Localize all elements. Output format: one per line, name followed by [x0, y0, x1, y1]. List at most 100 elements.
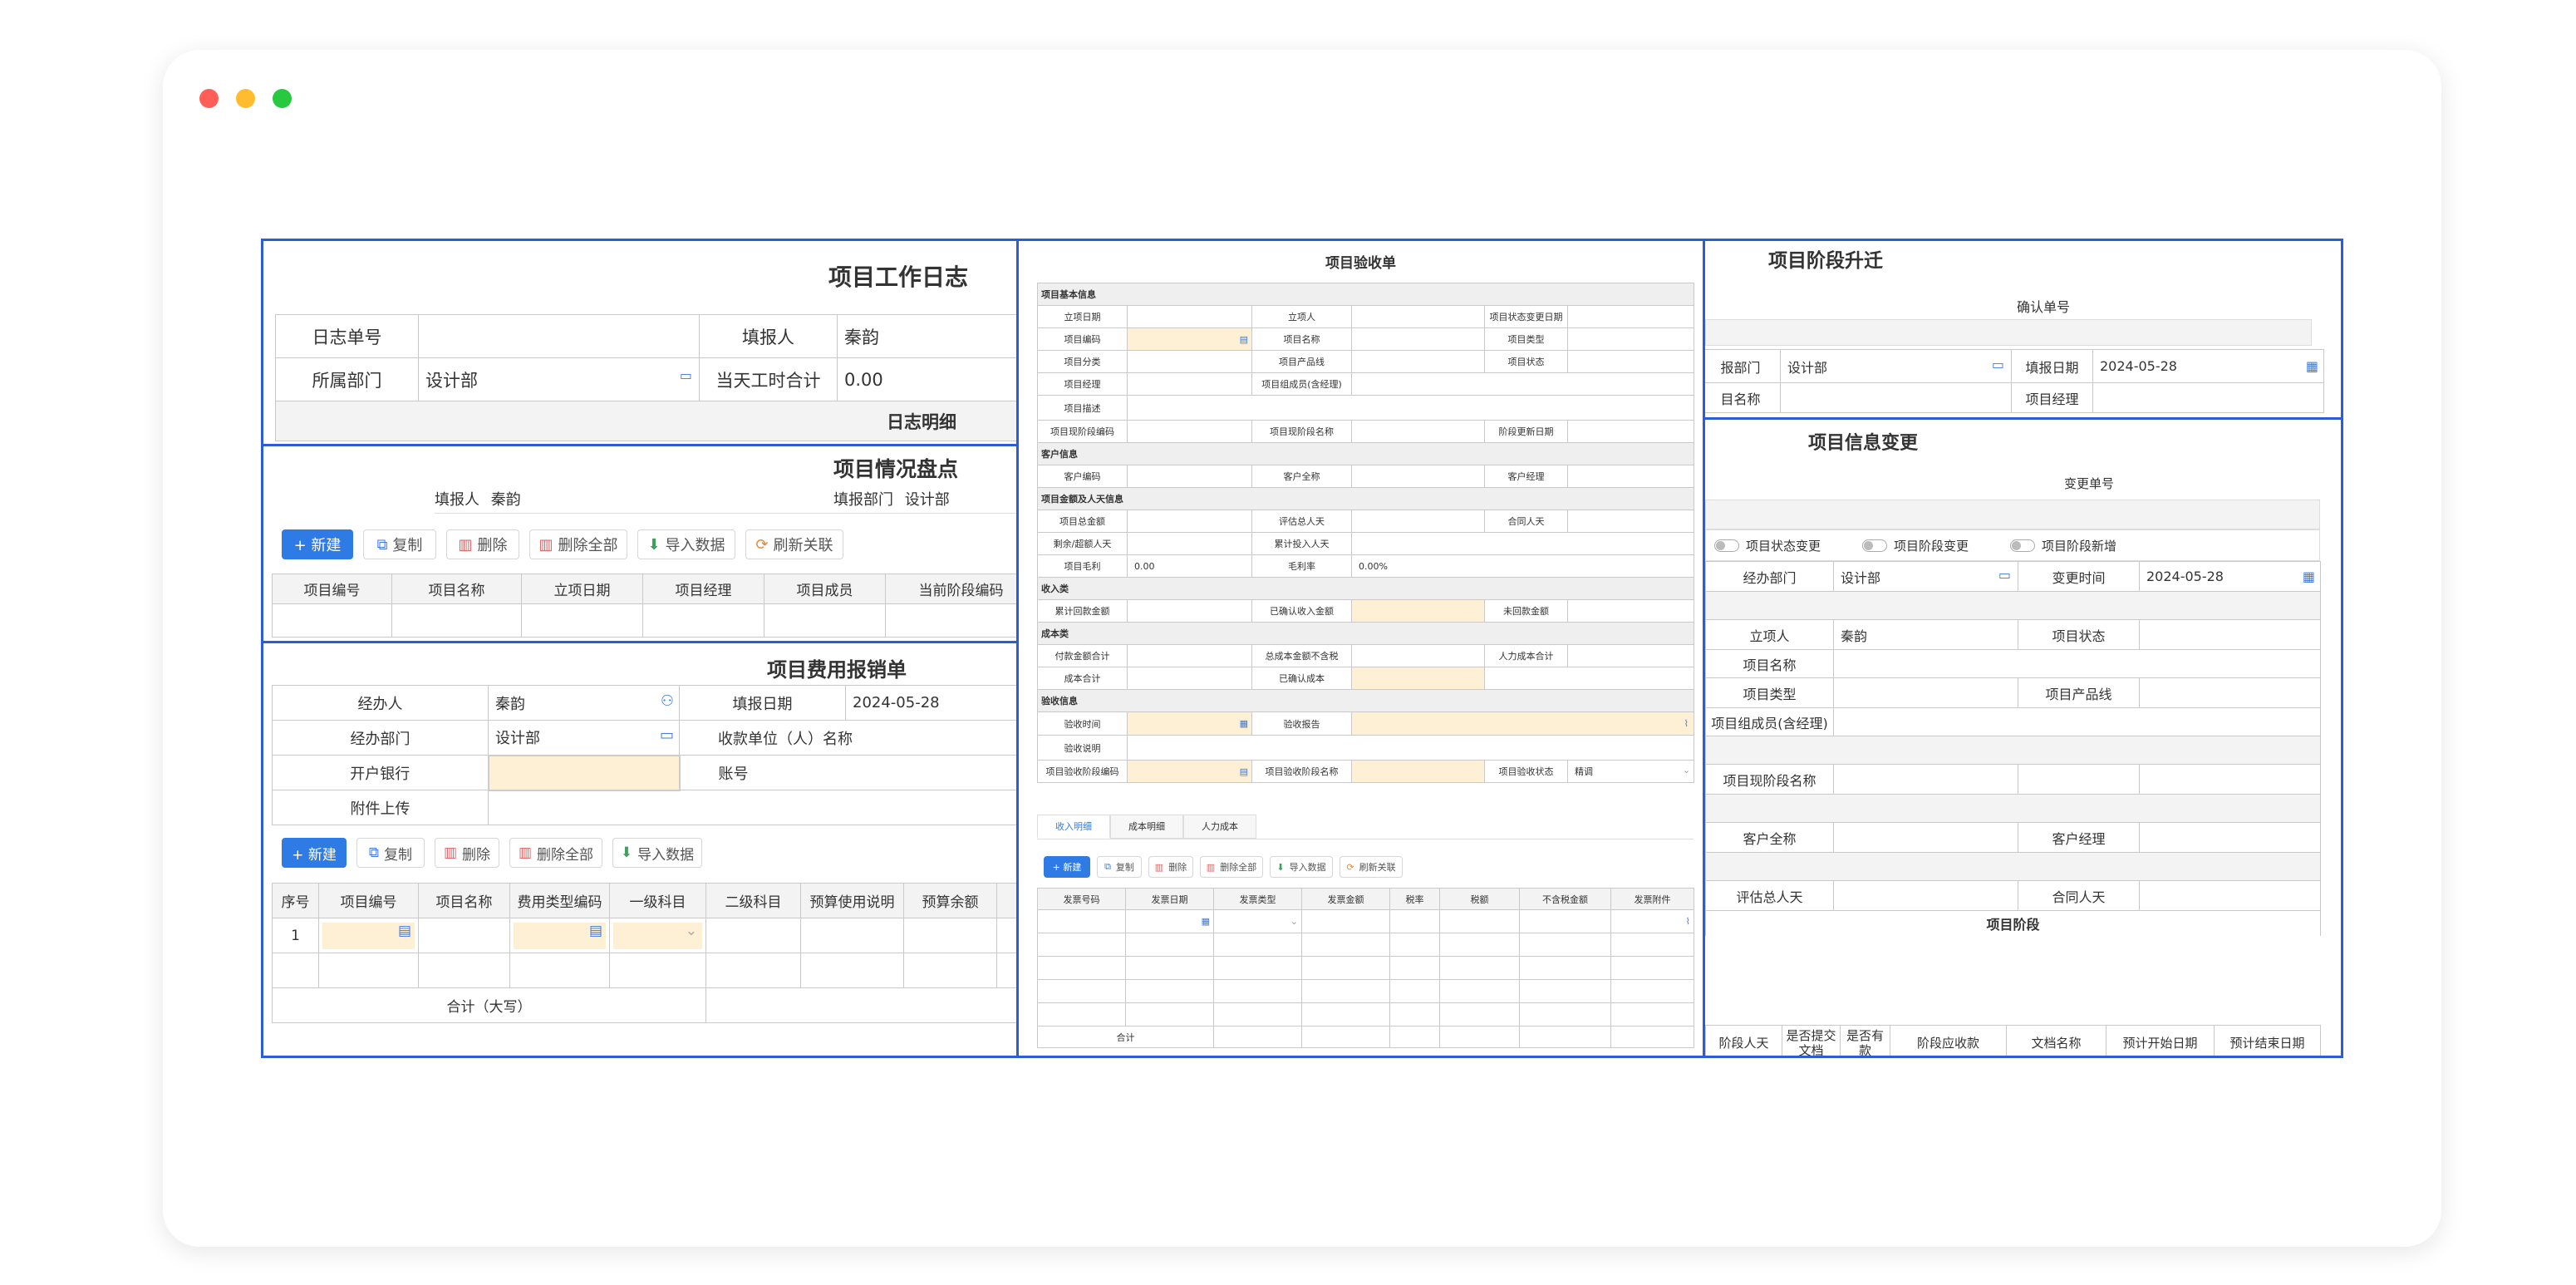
delete-button[interactable]: ▥ 删除: [446, 529, 519, 559]
field-input[interactable]: [1127, 350, 1252, 373]
delete-all-button[interactable]: ▥ 删除全部: [1200, 856, 1263, 878]
date-field[interactable]: 2024-05-28▦: [845, 685, 1016, 721]
table-row[interactable]: [272, 603, 1016, 638]
field-input[interactable]: [1566, 644, 1695, 667]
contract-days-field[interactable]: [2139, 880, 2321, 911]
status-change-toggle[interactable]: [1714, 539, 1739, 552]
field-input[interactable]: [1127, 667, 1252, 690]
stage-name-field[interactable]: [1833, 764, 2018, 795]
field-input[interactable]: [1127, 420, 1252, 443]
copy-button[interactable]: ⧉ 复制: [356, 838, 425, 868]
field-input[interactable]: [1351, 327, 1485, 351]
tab-income[interactable]: 收入明细: [1037, 815, 1110, 839]
accept-report-upload[interactable]: ⌇: [1350, 711, 1695, 736]
project-name-field[interactable]: [1780, 382, 2012, 413]
field-input[interactable]: [1351, 644, 1485, 667]
field-input[interactable]: [1351, 599, 1485, 623]
org-picker-icon[interactable]: ▭: [680, 367, 692, 383]
project-name-field[interactable]: [1833, 649, 2321, 678]
copy-button[interactable]: ⧉ 复制: [363, 529, 436, 559]
import-button[interactable]: ⬇ 导入数据: [1270, 856, 1333, 878]
field-input[interactable]: [1351, 510, 1485, 533]
refresh-link-button[interactable]: ⟳ 刷新关联: [1340, 856, 1403, 878]
table-row[interactable]: [1037, 1002, 1694, 1027]
field-input[interactable]: [1351, 465, 1485, 488]
dept-field[interactable]: 设计部 ▭: [418, 357, 700, 401]
members-field[interactable]: [1833, 707, 2321, 736]
confirm-no-field[interactable]: [1705, 319, 2312, 346]
project-code-input[interactable]: ▤: [1127, 327, 1252, 351]
tab-cost[interactable]: 成本明细: [1110, 815, 1183, 839]
calendar-icon[interactable]: ▦: [1202, 916, 1210, 927]
field-input[interactable]: [1566, 599, 1695, 623]
field-input[interactable]: [1127, 305, 1252, 328]
field-input[interactable]: [1127, 599, 1252, 623]
manager-field[interactable]: [2092, 382, 2324, 413]
field-input[interactable]: [1351, 350, 1485, 373]
handler-field[interactable]: 秦韵 ⚇: [488, 685, 680, 721]
dept-field[interactable]: 设计部 ▭: [1833, 561, 2018, 592]
date-field[interactable]: 2024-05-28▦: [2092, 349, 2324, 383]
import-button[interactable]: ⬇ 导入数据: [612, 838, 702, 868]
field-input[interactable]: [1566, 305, 1695, 328]
org-picker-icon[interactable]: ▭: [1992, 357, 2004, 372]
customer-manager-field[interactable]: [2139, 822, 2321, 853]
field-input[interactable]: [1351, 667, 1485, 690]
dept-field[interactable]: 设计部 ▭: [1780, 349, 2012, 383]
lookup-icon[interactable]: ▤: [1240, 766, 1248, 777]
project-type-field[interactable]: [1833, 677, 2018, 708]
delete-all-button[interactable]: ▥ 删除全部: [529, 529, 627, 559]
bank-input[interactable]: [487, 754, 681, 791]
delete-button[interactable]: ▥ 删除: [1148, 856, 1193, 878]
attach-upload-field[interactable]: [488, 790, 1016, 825]
new-button[interactable]: + 新建: [282, 529, 353, 559]
field-input[interactable]: [1350, 532, 1695, 555]
project-code-input[interactable]: ▤: [322, 922, 415, 949]
accept-status-select[interactable]: 精调 ⌄: [1566, 760, 1695, 783]
close-window-button[interactable]: [199, 89, 219, 108]
field-input[interactable]: [1566, 465, 1695, 488]
delete-button[interactable]: ▥ 删除: [435, 838, 499, 868]
table-row[interactable]: [272, 953, 1016, 988]
field-input[interactable]: [1566, 327, 1695, 351]
field-input[interactable]: [1566, 350, 1695, 373]
customer-field[interactable]: [1833, 822, 2018, 853]
field-input[interactable]: [1566, 420, 1695, 443]
field-input[interactable]: [1127, 510, 1252, 533]
org-picker-icon[interactable]: ▭: [1998, 567, 2011, 583]
fee-type-input[interactable]: ▤: [514, 922, 606, 949]
paperclip-icon[interactable]: ⌇: [1684, 718, 1689, 729]
lookup-icon[interactable]: ▤: [589, 923, 602, 939]
user-picker-icon[interactable]: ⚇: [661, 692, 674, 710]
stage-add-toggle[interactable]: [2010, 539, 2036, 552]
dept-field[interactable]: 设计部 ▭: [488, 720, 680, 756]
lookup-icon[interactable]: ▤: [1240, 334, 1248, 345]
field-input[interactable]: [1350, 372, 1695, 396]
refresh-link-button[interactable]: ⟳ 刷新关联: [745, 529, 843, 559]
calendar-icon[interactable]: ▦: [2303, 569, 2315, 584]
stage-change-toggle[interactable]: [1862, 539, 1888, 552]
field-input[interactable]: [1127, 532, 1252, 555]
field-input[interactable]: [1127, 644, 1252, 667]
org-picker-icon[interactable]: ▭: [660, 726, 674, 744]
paperclip-icon[interactable]: ⌇: [1686, 916, 1690, 927]
delete-all-button[interactable]: ▥ 删除全部: [509, 838, 602, 868]
change-time-field[interactable]: 2024-05-28 ▦: [2139, 561, 2321, 592]
maximize-window-button[interactable]: [273, 89, 292, 108]
chevron-down-icon[interactable]: ⌄: [1290, 916, 1298, 927]
eval-days-field[interactable]: [1833, 880, 2018, 911]
table-row[interactable]: [1037, 956, 1694, 980]
status-field[interactable]: [2139, 619, 2321, 650]
lookup-icon[interactable]: ▤: [398, 923, 411, 939]
subject-select[interactable]: ⌄: [613, 922, 702, 949]
field-input[interactable]: [1351, 420, 1485, 443]
accept-time-input[interactable]: ▦: [1127, 711, 1252, 736]
field-input[interactable]: [1127, 465, 1252, 488]
table-row[interactable]: [1037, 933, 1694, 957]
new-button[interactable]: + 新建: [1044, 856, 1090, 878]
field-input[interactable]: [1351, 305, 1485, 328]
description-input[interactable]: [1126, 395, 1695, 421]
log-number-field[interactable]: [418, 314, 700, 358]
copy-button[interactable]: ⧉ 复制: [1097, 856, 1142, 878]
calendar-icon[interactable]: ▦: [1240, 718, 1248, 729]
